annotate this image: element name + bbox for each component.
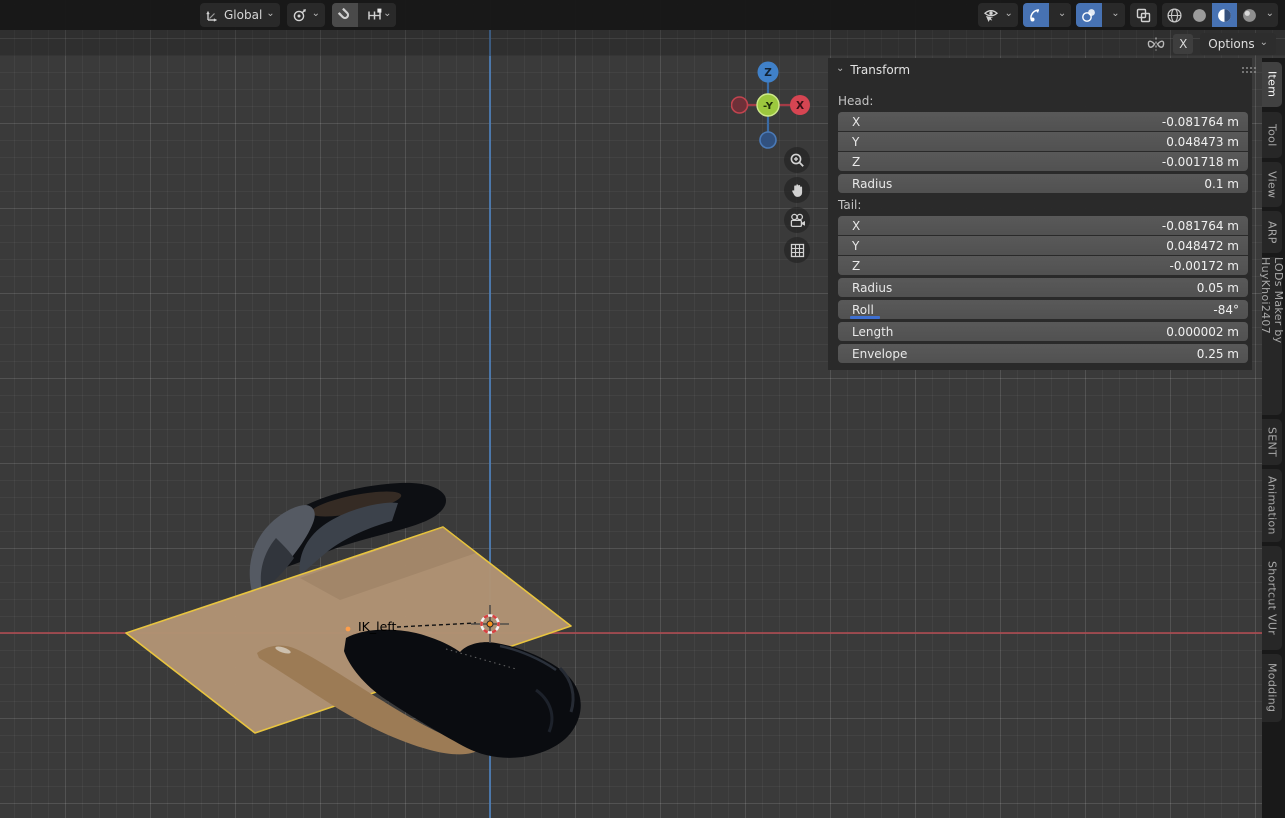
chevron-down-icon: ⌄ bbox=[1260, 38, 1268, 48]
ortho-grid-button[interactable] bbox=[784, 237, 810, 263]
options-dropdown[interactable]: Options ⌄ bbox=[1200, 33, 1276, 55]
tail-radius-field[interactable]: Radius0.05 m bbox=[838, 278, 1248, 297]
bone-point[interactable] bbox=[346, 627, 351, 632]
viewport-shading-group: ⌄ bbox=[1162, 3, 1278, 27]
material-sphere-icon bbox=[1216, 7, 1233, 24]
orientation-axes-icon bbox=[205, 8, 220, 23]
gizmos-group: ⌄ bbox=[1023, 3, 1071, 27]
tab-shortcut-vur[interactable]: Shortcut VUr bbox=[1262, 546, 1282, 650]
magnifier-icon bbox=[789, 152, 805, 168]
head-y-field[interactable]: Y0.048473 m bbox=[838, 132, 1248, 151]
head-section-label: Head: bbox=[838, 94, 873, 108]
wireframe-globe-icon bbox=[1166, 7, 1183, 24]
viewport-header: Global ⌄ ⌄ ⌄ ⌄ ⌄ bbox=[0, 0, 1285, 30]
overlays-dropdown[interactable]: ⌄ bbox=[1106, 3, 1124, 27]
panel-title: Transform bbox=[850, 63, 910, 77]
head-radius-field[interactable]: Radius0.1 m bbox=[838, 174, 1248, 193]
gizmo-z-label: Z bbox=[764, 67, 772, 79]
snap-target-dropdown[interactable]: ⌄ bbox=[362, 3, 396, 27]
tab-animation[interactable]: Animation bbox=[1262, 469, 1282, 542]
hand-icon bbox=[790, 183, 805, 198]
tail-section-label: Tail: bbox=[838, 198, 861, 212]
chevron-down-icon: ⌄ bbox=[1111, 9, 1119, 19]
show-overlays-toggle[interactable] bbox=[1076, 3, 1102, 27]
orientation-label: Global bbox=[224, 8, 262, 22]
pivot-point-icon bbox=[292, 7, 308, 23]
zoom-button[interactable] bbox=[784, 147, 810, 173]
overlays-group: ⌄ bbox=[1076, 3, 1124, 27]
tool-settings-bar bbox=[0, 30, 1285, 56]
tail-y-field[interactable]: Y0.048472 m bbox=[838, 236, 1248, 255]
mirror-x-label: X bbox=[1179, 37, 1187, 51]
head-z-field[interactable]: Z-0.001718 m bbox=[838, 152, 1248, 171]
show-gizmo-toggle[interactable] bbox=[1023, 3, 1049, 27]
chevron-down-icon: ⌄ bbox=[312, 9, 320, 19]
movie-camera-icon bbox=[789, 213, 806, 228]
pivot-point-dropdown[interactable]: ⌄ bbox=[287, 3, 325, 27]
tab-lods-maker[interactable]: LODs Maker by HuyKhoi2407 bbox=[1262, 257, 1282, 415]
envelope-field[interactable]: Envelope0.25 m bbox=[838, 344, 1248, 363]
bone-name-label: IK_left bbox=[358, 619, 396, 634]
gizmo-neg-y-label: -Y bbox=[763, 101, 774, 112]
shading-wireframe-toggle[interactable] bbox=[1162, 3, 1187, 27]
tab-arp[interactable]: ARP bbox=[1262, 211, 1282, 253]
tab-modding[interactable]: Modding bbox=[1262, 654, 1282, 722]
roll-field[interactable]: Roll-84° bbox=[838, 300, 1248, 319]
length-field[interactable]: Length0.000002 m bbox=[838, 322, 1248, 341]
chevron-down-icon: ⌄ bbox=[1266, 9, 1274, 19]
chevron-down-icon: ⌄ bbox=[1058, 9, 1066, 19]
tab-view[interactable]: View bbox=[1262, 162, 1282, 207]
eye-cursor-icon bbox=[983, 7, 1000, 23]
pan-button[interactable] bbox=[784, 177, 810, 203]
camera-view-button[interactable] bbox=[784, 207, 810, 233]
snap-increment-icon bbox=[367, 8, 383, 22]
snap-toggle[interactable] bbox=[332, 3, 358, 27]
solid-sphere-icon bbox=[1191, 7, 1208, 24]
mirror-x-icon[interactable] bbox=[1146, 35, 1166, 53]
transform-panel-header[interactable]: ⌄ Transform bbox=[836, 63, 910, 77]
gizmo-axis-neg-z[interactable] bbox=[760, 132, 776, 148]
chevron-down-icon: ⌄ bbox=[266, 9, 274, 19]
gizmo-axis-neg-x[interactable] bbox=[732, 97, 748, 113]
snapping-group: ⌄ bbox=[332, 3, 396, 27]
object-visibility-dropdown[interactable]: ⌄ bbox=[978, 3, 1017, 27]
tab-tool[interactable]: Tool bbox=[1262, 112, 1282, 158]
xray-icon bbox=[1135, 7, 1152, 23]
tail-z-field[interactable]: Z-0.00172 m bbox=[838, 256, 1248, 275]
tab-sent[interactable]: SENT bbox=[1262, 419, 1282, 465]
magnet-icon bbox=[337, 7, 353, 23]
chevron-down-icon: ⌄ bbox=[1004, 9, 1012, 19]
panel-expand-chevron-icon: ⌄ bbox=[836, 64, 844, 74]
overlays-icon bbox=[1081, 7, 1097, 23]
grid-icon bbox=[790, 243, 805, 258]
shading-material-toggle[interactable] bbox=[1212, 3, 1237, 27]
tail-x-field[interactable]: X-0.081764 m bbox=[838, 216, 1248, 235]
chevron-down-icon: ⌄ bbox=[383, 9, 391, 19]
xray-toggle[interactable] bbox=[1130, 3, 1157, 27]
options-label: Options bbox=[1208, 37, 1254, 51]
shading-rendered-toggle[interactable] bbox=[1237, 3, 1262, 27]
roll-active-underline bbox=[850, 316, 880, 319]
rendered-sphere-icon bbox=[1241, 7, 1258, 24]
transform-orientation-dropdown[interactable]: Global ⌄ bbox=[200, 3, 280, 27]
gizmo-arrow-icon bbox=[1028, 7, 1044, 23]
shading-solid-toggle[interactable] bbox=[1187, 3, 1212, 27]
shading-dropdown[interactable]: ⌄ bbox=[1262, 3, 1278, 27]
panel-drag-handle-icon[interactable] bbox=[1242, 67, 1244, 69]
navigation-gizmo[interactable]: Z X -Y bbox=[731, 60, 811, 152]
head-x-field[interactable]: X-0.081764 m bbox=[838, 112, 1248, 131]
gizmo-dropdown[interactable]: ⌄ bbox=[1053, 3, 1071, 27]
sidebar-transform-panel: ⌄ Transform Head: X-0.081764 m Y0.048473… bbox=[828, 58, 1252, 370]
tab-item[interactable]: Item bbox=[1262, 62, 1282, 107]
gizmo-x-label: X bbox=[796, 100, 804, 112]
mirror-x-button[interactable]: X bbox=[1173, 34, 1193, 54]
